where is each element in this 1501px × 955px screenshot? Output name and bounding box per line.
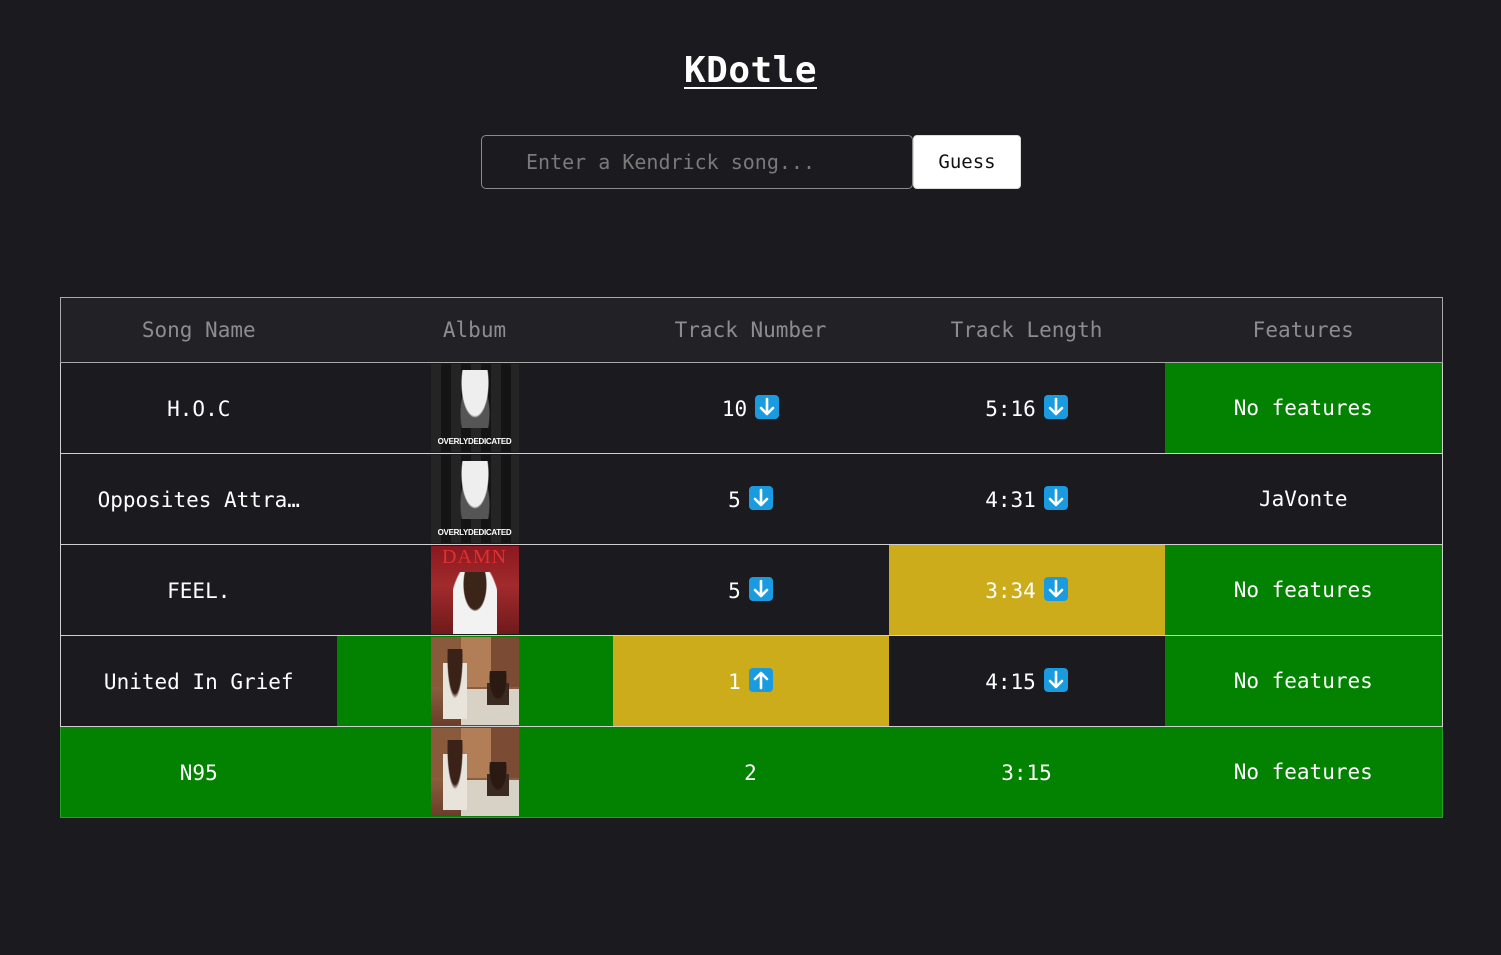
- table-row: Opposites Attra… OVERLYDEDICATED 5 4:31 …: [60, 453, 1443, 545]
- album-cover-image: OVERLYDEDICATED: [430, 455, 519, 543]
- song-cell: H.O.C: [61, 363, 337, 454]
- track-length-value: 3:15: [1001, 760, 1052, 785]
- song-name: Opposites Attra…: [97, 487, 300, 512]
- track-number-cell: 1: [612, 635, 889, 727]
- track-length-cell: 4:31: [889, 454, 1165, 545]
- album-cover-image: [430, 637, 519, 725]
- arrow-down-icon: [1043, 394, 1068, 419]
- song-cell: FEEL.: [61, 545, 337, 636]
- guess-button[interactable]: Guess: [913, 135, 1021, 189]
- features-cell: No features: [1164, 544, 1443, 636]
- album-cell: [336, 635, 613, 727]
- track-length-cell: 4:15: [889, 636, 1165, 727]
- song-cell: N95: [61, 727, 337, 818]
- arrow-down-icon: [1043, 667, 1068, 692]
- album-cell: OVERLYDEDICATED: [337, 454, 613, 545]
- track-length-value: 4:15: [985, 669, 1036, 694]
- table-row-correct: N95 2 3:15 No features: [60, 726, 1443, 818]
- column-header-song: Song Name: [141, 318, 256, 342]
- table-row: United In Grief 1 4:15 No features: [60, 635, 1443, 727]
- track-number-cell: 5: [613, 454, 889, 545]
- track-number-value: 10: [721, 396, 748, 421]
- column-header-track-number: Track Number: [674, 318, 827, 342]
- album-cover-image: DAMN: [430, 546, 519, 634]
- song-cell: United In Grief: [61, 636, 337, 727]
- track-length-value: 5:16: [985, 396, 1036, 421]
- page-title: KDotle: [683, 50, 818, 91]
- track-length-value: 3:34: [985, 578, 1036, 603]
- features-value: No features: [1233, 578, 1373, 602]
- song-name: H.O.C: [167, 396, 231, 421]
- kdotle-page: KDotle Guess Song Name Album Track Numbe…: [0, 0, 1501, 955]
- arrow-up-icon: [748, 667, 773, 692]
- features-cell: No features: [1165, 727, 1443, 818]
- arrow-down-icon: [748, 485, 773, 510]
- track-number-value: 5: [728, 578, 741, 603]
- song-name: United In Grief: [103, 669, 294, 694]
- features-value: No features: [1233, 760, 1373, 784]
- arrow-down-icon: [748, 576, 773, 601]
- column-header-track-length: Track Length: [950, 318, 1103, 342]
- column-header-features: Features: [1252, 318, 1354, 342]
- album-cell: DAMN: [337, 545, 613, 636]
- features-cell: No features: [1164, 635, 1443, 727]
- features-value: No features: [1233, 396, 1373, 420]
- album-cover-image: OVERLYDEDICATED: [430, 364, 519, 452]
- song-name: FEEL.: [167, 578, 231, 603]
- table-row: FEEL. DAMN 5 3:34 No features: [60, 544, 1443, 636]
- features-cell: JaVonte: [1165, 454, 1443, 545]
- track-number-cell: 10: [613, 363, 889, 454]
- track-length-value: 4:31: [985, 487, 1036, 512]
- arrow-down-icon: [755, 394, 780, 419]
- track-number-value: 2: [744, 760, 757, 785]
- track-length-cell: 5:16: [889, 363, 1165, 454]
- album-cell: [337, 727, 613, 818]
- song-search-input[interactable]: [481, 135, 913, 189]
- guess-form: Guess: [481, 135, 1021, 189]
- track-length-cell: 3:15: [889, 727, 1165, 818]
- table-header-row: Song Name Album Track Number Track Lengt…: [60, 297, 1443, 363]
- track-number-value: 1: [728, 669, 741, 694]
- arrow-down-icon: [1043, 576, 1068, 601]
- table-row: H.O.C OVERLYDEDICATED 10 5:16 No feature…: [60, 362, 1443, 454]
- track-number-value: 5: [728, 487, 741, 512]
- guess-results-table: Song Name Album Track Number Track Lengt…: [60, 297, 1443, 818]
- track-number-cell: 5: [613, 545, 889, 636]
- track-length-cell: 3:34: [888, 544, 1165, 636]
- features-value: JaVonte: [1258, 487, 1348, 511]
- song-name: N95: [179, 760, 218, 785]
- track-number-cell: 2: [613, 727, 889, 818]
- column-header-album: Album: [442, 318, 507, 342]
- song-cell: Opposites Attra…: [61, 454, 337, 545]
- album-cover-image: [430, 728, 519, 816]
- features-value: No features: [1233, 669, 1373, 693]
- album-cell: OVERLYDEDICATED: [337, 363, 613, 454]
- features-cell: No features: [1164, 362, 1443, 454]
- arrow-down-icon: [1043, 485, 1068, 510]
